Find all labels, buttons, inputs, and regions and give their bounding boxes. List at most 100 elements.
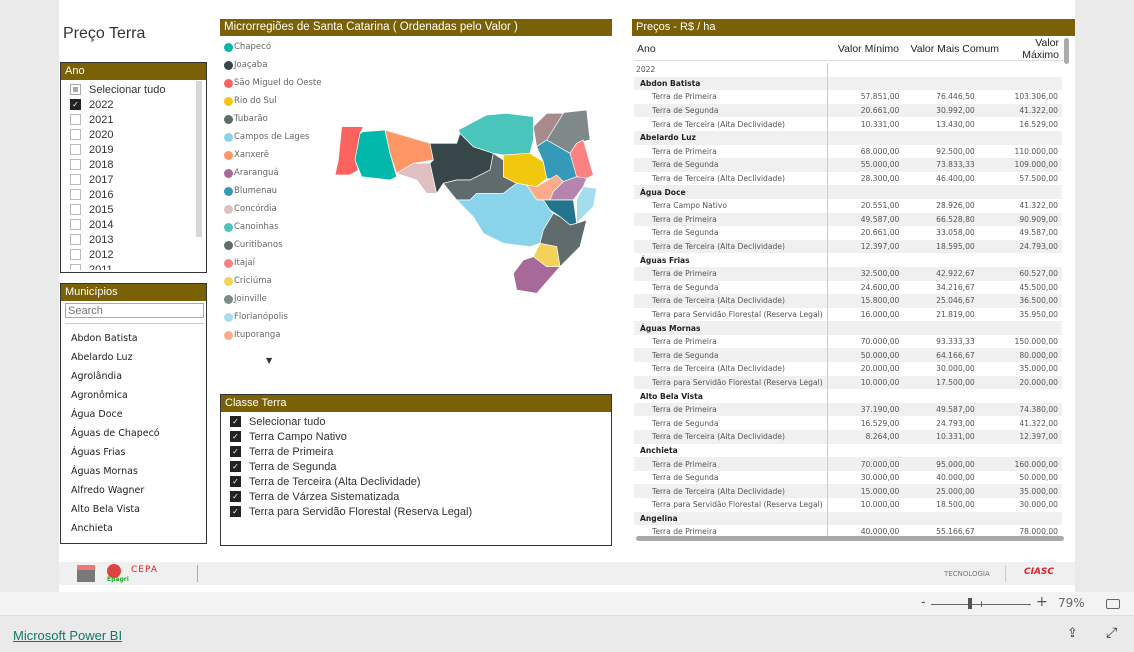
column-header[interactable]: Valor Máximo	[1002, 37, 1062, 61]
fullscreen-icon[interactable]: ⤢	[1106, 625, 1117, 641]
checkbox[interactable]: ✓	[230, 431, 241, 442]
table-row[interactable]: Terra de Segunda 30.000,00 40.000,00 50.000…	[634, 470, 1062, 485]
municipio-option[interactable]: Águas Mornas	[61, 462, 206, 481]
municipios-search-input[interactable]	[65, 303, 204, 318]
table-row[interactable]: Terra de Segunda 24.600,00 34.216,67 45.500…	[634, 280, 1062, 295]
table-row[interactable]: Terra de Terceira (Alta Declividade) 28.3…	[634, 171, 1062, 186]
fit-to-page-icon[interactable]	[1106, 599, 1120, 609]
municipio-option[interactable]: Agrolândia	[61, 367, 206, 386]
municipio-option[interactable]: Anchieta	[61, 519, 206, 538]
checkbox[interactable]	[70, 144, 81, 155]
table-row[interactable]: Terra de Segunda 16.529,00 24.793,00 41.322…	[634, 416, 1062, 431]
power-bi-link[interactable]: Microsoft Power BI	[13, 628, 122, 643]
checkbox[interactable]	[70, 249, 81, 260]
table-row[interactable]: Terra de Primeira 32.500,00 42.922,67 60.52…	[634, 266, 1062, 281]
municipio-option[interactable]: Águas de Chapecó	[61, 424, 206, 443]
ano-option[interactable]: 2020	[61, 127, 206, 142]
legend-item[interactable]: Criciúma	[224, 272, 334, 290]
municipio-option[interactable]: Águas Frias	[61, 443, 206, 462]
legend-item[interactable]: Joaçaba	[224, 56, 334, 74]
triangle-down-icon[interactable]: ▼	[266, 356, 272, 365]
table-row[interactable]: Abdon Batista	[634, 76, 1062, 91]
ano-option[interactable]: 2021	[61, 112, 206, 127]
legend-item[interactable]: Araranguá	[224, 164, 334, 182]
table-row[interactable]: Anchieta	[634, 443, 1062, 458]
table-row[interactable]: Terra para Servidão Florestal (Reserva L…	[634, 375, 1062, 390]
checkbox[interactable]	[70, 159, 81, 170]
table-row[interactable]: Terra para Servidão Florestal (Reserva L…	[634, 498, 1062, 512]
table-row[interactable]: 2022	[634, 63, 1062, 77]
checkbox[interactable]	[70, 114, 81, 125]
legend-item[interactable]: Campos de Lages	[224, 128, 334, 146]
legend-item[interactable]: Rio do Sul	[224, 92, 334, 110]
ano-option[interactable]: 2011	[61, 262, 206, 270]
checkbox[interactable]: ✓	[230, 446, 241, 457]
table-row[interactable]: Água Doce	[634, 185, 1062, 199]
ano-option[interactable]: 2012	[61, 247, 206, 262]
checkbox[interactable]	[70, 204, 81, 215]
column-header[interactable]: Valor Mais Comum	[902, 43, 1002, 55]
zoom-in-button[interactable]: +	[1036, 594, 1048, 610]
map-region[interactable]	[576, 186, 598, 225]
table-row[interactable]: Terra de Segunda 20.661,00 30.992,00 41.322…	[634, 103, 1062, 118]
checkbox[interactable]	[70, 189, 81, 200]
ano-scrollbar[interactable]	[196, 81, 202, 237]
table-row[interactable]: Águas Frias	[634, 253, 1062, 267]
zoom-out-button[interactable]: -	[921, 595, 926, 610]
municipio-option[interactable]: Alfredo Wagner	[61, 481, 206, 500]
ano-option[interactable]: 2017	[61, 172, 206, 187]
santa-catarina-map[interactable]	[330, 100, 610, 300]
table-row[interactable]: Terra para Servidão Florestal (Reserva L…	[634, 307, 1062, 322]
table-row[interactable]: Terra de Primeira 70.000,00 95.000,00 160.0…	[634, 457, 1062, 471]
table-row[interactable]: Terra de Primeira 57.851,00 76.446,50 103.3…	[634, 90, 1062, 104]
ano-option[interactable]: 2014	[61, 217, 206, 232]
checkbox[interactable]: ✓	[230, 476, 241, 487]
checkbox[interactable]: ✓	[230, 491, 241, 502]
table-row[interactable]: Terra de Primeira 49.587,00 66.528,80 90.90…	[634, 212, 1062, 227]
ano-option[interactable]: ✓ 2022	[61, 97, 206, 112]
table-row[interactable]: Alto Bela Vista	[634, 389, 1062, 403]
table-row[interactable]: Terra de Primeira 68.000,00 92.500,00 110.0…	[634, 144, 1062, 159]
table-row[interactable]: Terra de Terceira (Alta Declividade) 12.3…	[634, 239, 1062, 254]
ano-option[interactable]: 2013	[61, 232, 206, 247]
legend-item[interactable]: Concórdia	[224, 200, 334, 218]
table-row[interactable]: Terra de Segunda 20.661,00 33.058,00 49.587…	[634, 226, 1062, 240]
legend-item[interactable]: Chapecó	[224, 38, 334, 56]
checkbox[interactable]: ✓	[230, 506, 241, 517]
table-row[interactable]: Angelina	[634, 511, 1062, 526]
table-row[interactable]: Terra Campo Nativo 20.551,00 28.926,00 41.3…	[634, 198, 1062, 213]
municipio-option[interactable]: Abdon Batista	[61, 329, 206, 348]
table-row[interactable]: Terra de Terceira (Alta Declividade) 15.0…	[634, 484, 1062, 498]
legend-item[interactable]: Tubarão	[224, 110, 334, 128]
legend-item[interactable]: Canoinhas	[224, 218, 334, 236]
vertical-scrollbar[interactable]	[1064, 38, 1069, 64]
checkbox[interactable]: ✓	[230, 416, 241, 427]
municipio-option[interactable]: Alto Bela Vista	[61, 500, 206, 519]
legend-item[interactable]: Itajaí	[224, 254, 334, 272]
checkbox[interactable]	[70, 129, 81, 140]
ano-option[interactable]: Selecionar tudo	[61, 82, 206, 97]
ano-option[interactable]: 2019	[61, 142, 206, 157]
column-header[interactable]: Ano	[634, 43, 822, 55]
table-row[interactable]: Terra de Primeira 37.190,00 49.587,00 74.38…	[634, 402, 1062, 417]
table-row[interactable]: Terra de Segunda 50.000,00 64.166,67 80.000…	[634, 348, 1062, 363]
classe-option[interactable]: ✓ Terra para Servidão Florestal (Reserva …	[221, 504, 611, 519]
table-row[interactable]: Terra de Terceira (Alta Declividade) 10.3…	[634, 117, 1062, 131]
checkbox[interactable]	[70, 174, 81, 185]
table-row[interactable]: Terra de Terceira (Alta Declividade) 20.0…	[634, 362, 1062, 376]
classe-option[interactable]: ✓ Terra de Primeira	[221, 444, 611, 459]
classe-option[interactable]: ✓ Terra Campo Nativo	[221, 429, 611, 444]
classe-option[interactable]: ✓ Selecionar tudo	[221, 414, 611, 429]
municipio-option[interactable]: Agronômica	[61, 386, 206, 405]
share-icon[interactable]: ⇪	[1067, 626, 1078, 641]
classe-option[interactable]: ✓ Terra de Terceira (Alta Declividade)	[221, 474, 611, 489]
table-row[interactable]: Terra de Primeira 70.000,00 93.333,33 150.0…	[634, 334, 1062, 349]
column-header[interactable]: Valor Mínimo	[822, 43, 902, 55]
checkbox[interactable]: ✓	[230, 461, 241, 472]
municipio-option[interactable]: Abelardo Luz	[61, 348, 206, 367]
checkbox[interactable]	[70, 234, 81, 245]
ano-option[interactable]: 2015	[61, 202, 206, 217]
checkbox[interactable]: ✓	[70, 99, 81, 110]
table-row[interactable]: Terra de Segunda 55.000,00 73.833,33 109.00…	[634, 158, 1062, 172]
checkbox[interactable]	[70, 219, 81, 230]
